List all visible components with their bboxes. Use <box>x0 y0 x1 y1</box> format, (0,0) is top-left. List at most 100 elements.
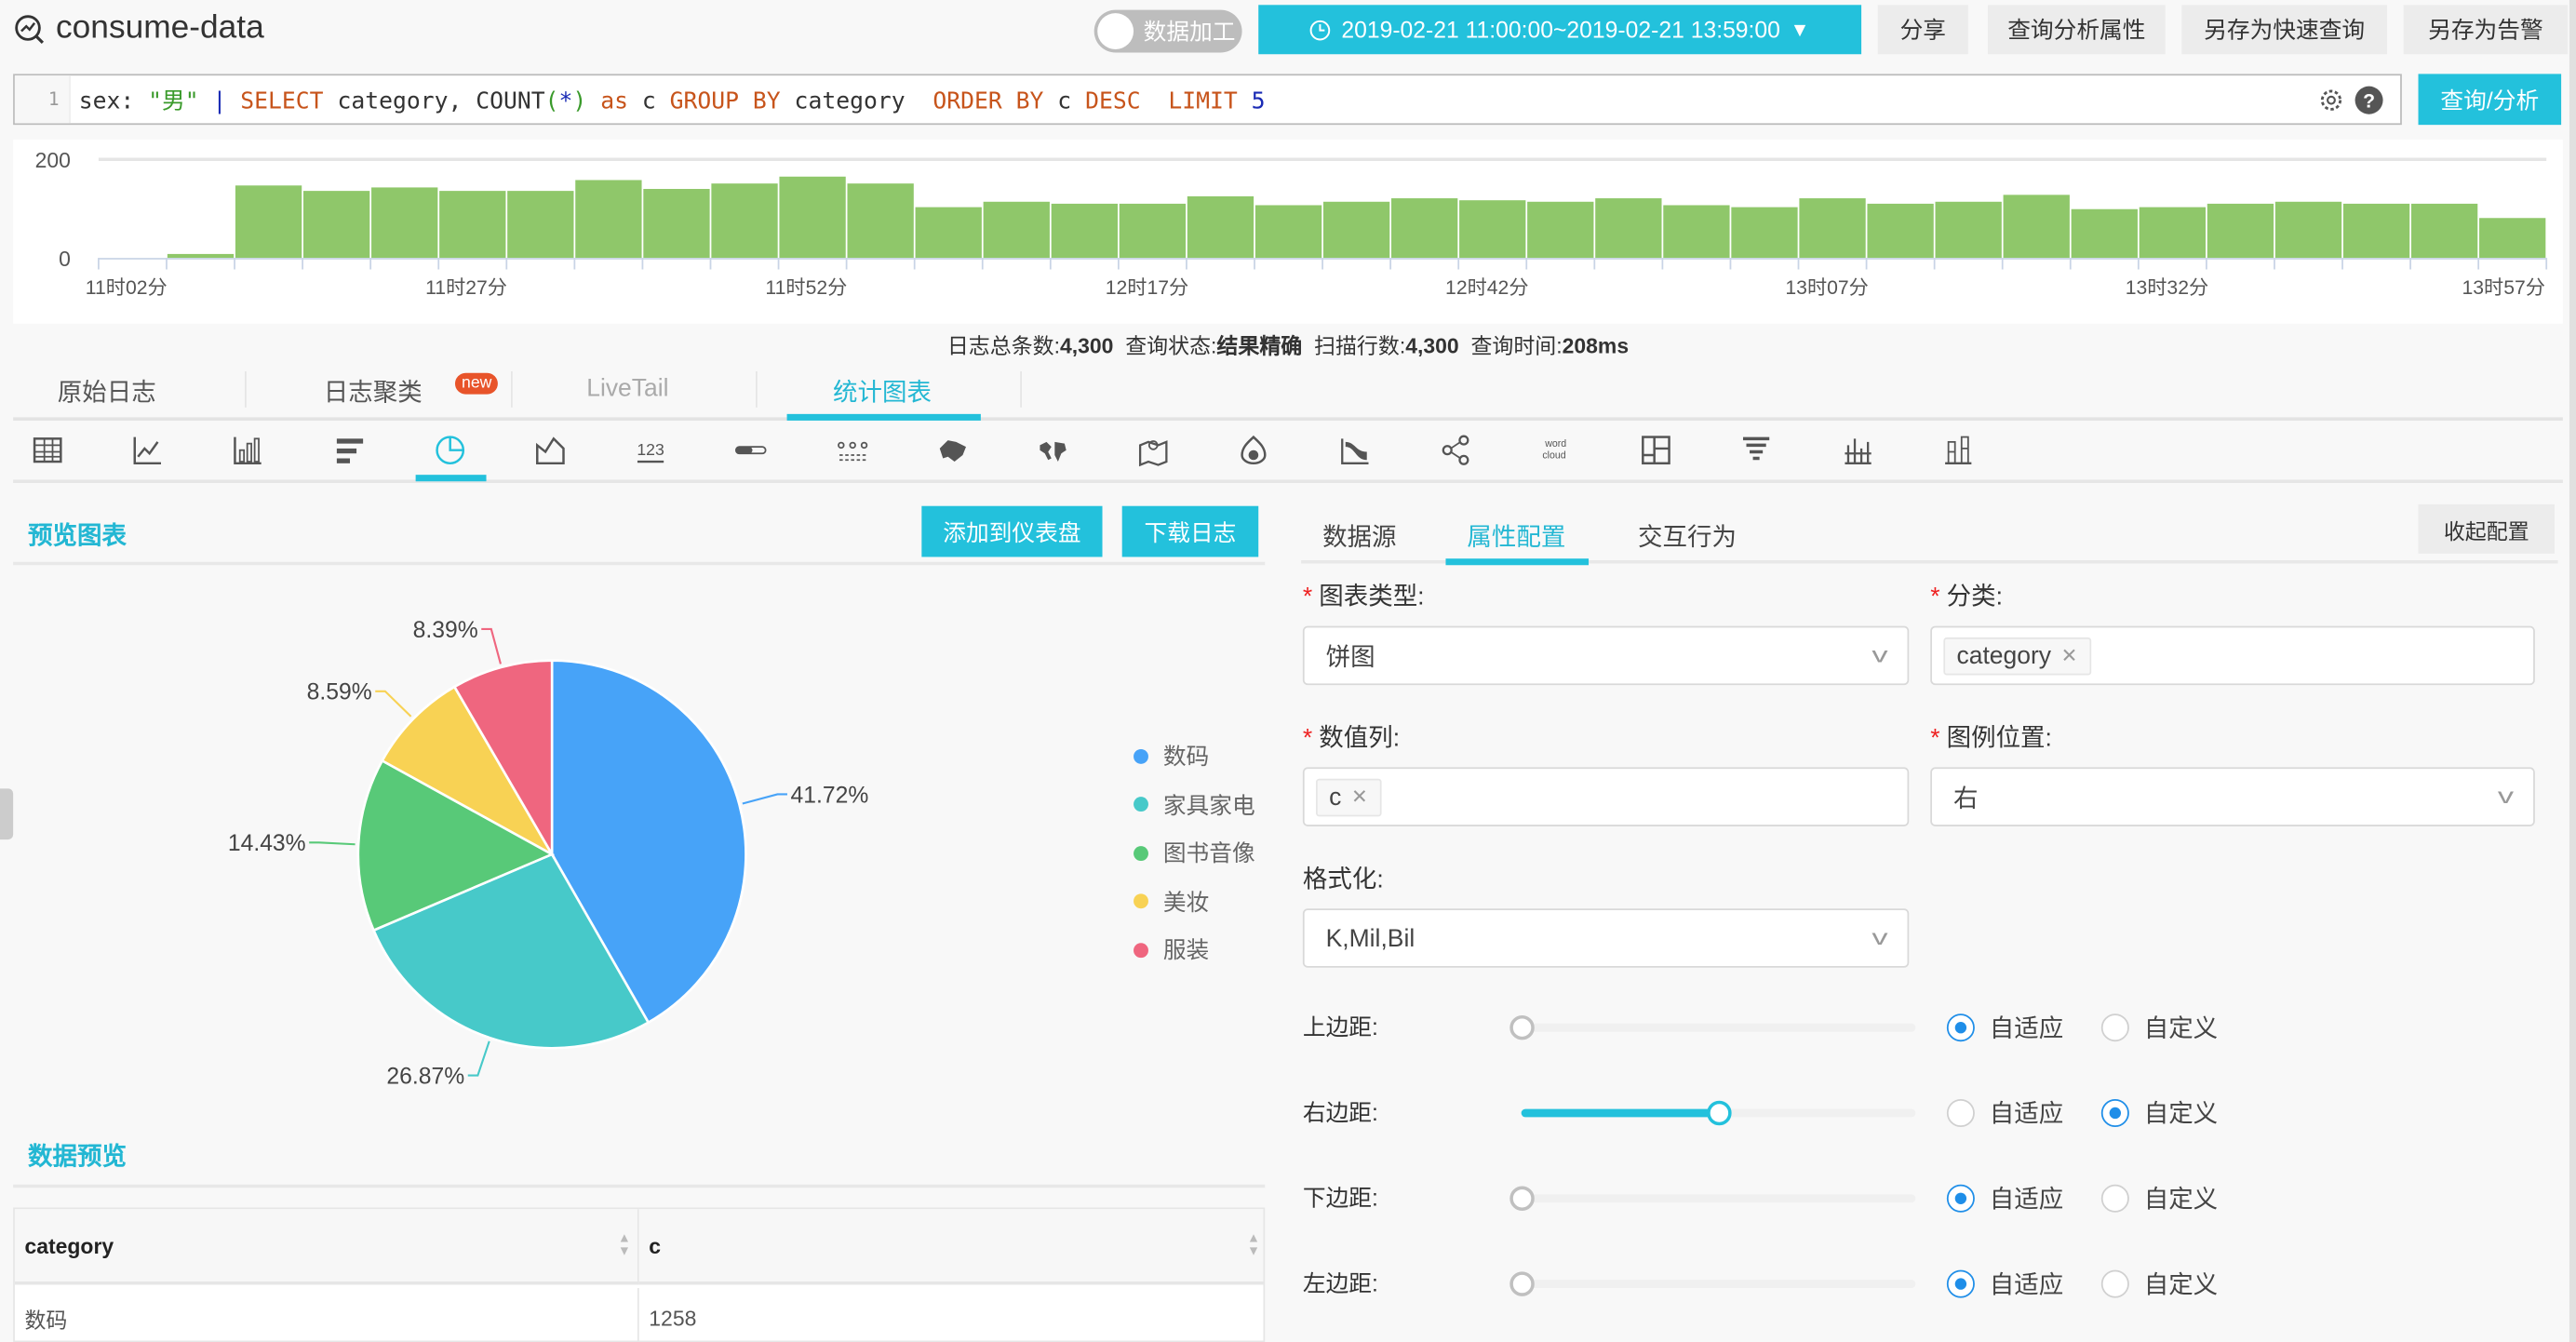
stacked-column-icon[interactable] <box>1939 432 1976 468</box>
query-properties-button[interactable]: 查询分析属性 <box>1988 5 2166 55</box>
histogram-bar[interactable] <box>779 176 846 259</box>
collapse-config-button[interactable]: 收起配置 <box>2418 503 2556 554</box>
histogram-bar[interactable] <box>1459 200 1526 259</box>
scrollbar[interactable] <box>2569 0 2576 1342</box>
tab-interaction[interactable]: 交互行为 <box>1638 519 1737 554</box>
geo-map-icon[interactable] <box>1135 432 1172 468</box>
histogram-bar[interactable] <box>915 207 982 259</box>
bar-chart-icon[interactable] <box>331 432 368 468</box>
legend-item[interactable]: 美妆 <box>1134 885 1209 918</box>
legend-item[interactable]: 服装 <box>1134 933 1209 966</box>
histogram-bar[interactable] <box>439 191 506 259</box>
slider-handle[interactable] <box>1509 1186 1535 1212</box>
histogram-bar[interactable] <box>847 183 914 259</box>
funnel-icon[interactable] <box>1738 432 1775 468</box>
histogram-bar[interactable] <box>2410 203 2478 259</box>
margin-slider[interactable] <box>1509 1186 1916 1212</box>
sankey-icon[interactable] <box>1336 432 1373 468</box>
area-chart-icon[interactable] <box>532 432 569 468</box>
histogram-icon[interactable] <box>1839 432 1875 468</box>
radio-auto[interactable]: 自适应 <box>1946 1095 2063 1130</box>
column-header-category[interactable]: category ▲ ▼ <box>14 1209 639 1285</box>
progress-bar-icon[interactable] <box>733 432 770 468</box>
sort-icon[interactable]: ▲ ▼ <box>1247 1231 1260 1258</box>
histogram-bar[interactable] <box>2207 203 2274 259</box>
help-icon[interactable]: ? <box>2355 86 2384 115</box>
histogram-bar[interactable] <box>1731 207 1798 259</box>
chart-type-select[interactable]: 饼图 v <box>1302 625 1910 686</box>
sort-icon[interactable]: ▲ ▼ <box>618 1231 631 1258</box>
margin-slider[interactable] <box>1509 1014 1916 1040</box>
histogram-bar[interactable] <box>2003 195 2070 259</box>
histogram-bar[interactable] <box>1322 201 1390 259</box>
legend-item[interactable]: 数码 <box>1134 739 1209 772</box>
pie-chart-icon[interactable] <box>432 432 468 468</box>
share-button[interactable]: 分享 <box>1877 5 1968 55</box>
add-to-dashboard-button[interactable]: 添加到仪表盘 <box>921 505 1103 557</box>
sidebar-collapse-handle[interactable] <box>0 788 14 840</box>
tab-statistics-chart[interactable]: 统计图表 <box>833 374 932 409</box>
world-map-icon[interactable] <box>1035 432 1071 468</box>
query-analyze-button[interactable]: 查询/分析 <box>2418 74 2562 126</box>
settings-gear-icon[interactable] <box>2318 87 2344 114</box>
radio-auto[interactable]: 自适应 <box>1946 1011 2063 1045</box>
tab-data-source[interactable]: 数据源 <box>1322 519 1396 554</box>
histogram-bar[interactable] <box>2274 201 2342 259</box>
margin-slider[interactable] <box>1509 1271 1916 1296</box>
radio-auto[interactable]: 自适应 <box>1946 1267 2063 1301</box>
histogram-bar[interactable] <box>1595 198 1662 259</box>
line-chart-icon[interactable] <box>130 432 167 468</box>
histogram-bar[interactable] <box>1799 198 1866 259</box>
save-quick-query-button[interactable]: 另存为快速查询 <box>2181 5 2387 55</box>
slider-handle[interactable] <box>1509 1014 1535 1040</box>
time-range-picker[interactable]: 2019-02-21 11:00:00~2019-02-21 13:59:00 … <box>1258 5 1862 55</box>
legend-item[interactable]: 家具家电 <box>1134 787 1255 820</box>
download-logs-button[interactable]: 下载日志 <box>1121 505 1259 557</box>
flow-chart-icon[interactable] <box>834 432 870 468</box>
histogram-bar[interactable] <box>983 201 1050 259</box>
histogram-bar[interactable] <box>1867 203 1934 259</box>
radio-custom[interactable]: 自定义 <box>2100 1011 2218 1045</box>
histogram-bar[interactable] <box>1051 203 1118 259</box>
column-header-c[interactable]: c ▲ ▼ <box>638 1209 1264 1285</box>
legend-position-select[interactable]: 右v <box>1930 767 2535 826</box>
radio-custom[interactable]: 自定义 <box>2100 1095 2218 1130</box>
radio-custom[interactable]: 自定义 <box>2100 1181 2218 1215</box>
histogram-bar[interactable] <box>1391 198 1458 259</box>
column-chart-icon[interactable] <box>231 432 267 468</box>
slider-handle[interactable] <box>1509 1271 1535 1296</box>
radio-custom[interactable]: 自定义 <box>2100 1267 2218 1301</box>
legend-item[interactable]: 图书音像 <box>1134 837 1255 869</box>
histogram-bar[interactable] <box>2071 208 2138 259</box>
margin-slider[interactable] <box>1521 1100 1916 1126</box>
histogram-bar[interactable] <box>302 191 370 259</box>
histogram-bar[interactable] <box>575 180 642 259</box>
histogram-bar[interactable] <box>711 183 778 259</box>
histogram-bar[interactable] <box>2479 218 2546 259</box>
remove-tag-icon[interactable]: ✕ <box>2061 644 2078 667</box>
histogram-bar[interactable] <box>1187 195 1254 259</box>
histogram-bar[interactable] <box>235 185 302 259</box>
histogram-bar[interactable] <box>371 187 438 259</box>
slider-handle[interactable] <box>1707 1100 1732 1126</box>
data-processing-toggle[interactable]: 数据加工 <box>1093 9 1242 53</box>
tab-livetail[interactable]: LiveTail <box>586 374 668 402</box>
remove-tag-icon[interactable]: ✕ <box>1351 785 1368 809</box>
histogram-bar[interactable] <box>2139 207 2207 259</box>
query-code[interactable]: sex: "男" | SELECT category, COUNT(*) as … <box>71 83 1266 115</box>
histogram-bar[interactable] <box>643 189 710 259</box>
histogram-bar[interactable] <box>1119 203 1187 259</box>
tab-raw-logs[interactable]: 原始日志 <box>58 374 156 409</box>
histogram-bar[interactable] <box>1254 205 1322 259</box>
treemap-icon[interactable] <box>1638 432 1674 468</box>
histogram-bar[interactable] <box>1663 205 1730 259</box>
heatmap-icon[interactable] <box>1236 432 1272 468</box>
tab-log-clustering[interactable]: 日志聚类 <box>324 374 423 409</box>
query-editor[interactable]: 1 sex: "男" | SELECT category, COUNT(*) a… <box>13 74 2402 126</box>
histogram-bar[interactable] <box>167 253 235 259</box>
radio-auto[interactable]: 自适应 <box>1946 1181 2063 1215</box>
histogram-bar[interactable] <box>1527 201 1594 259</box>
single-value-icon[interactable]: 123 <box>633 432 669 468</box>
tab-properties[interactable]: 属性配置 <box>1467 519 1565 554</box>
save-alert-button[interactable]: 另存为告警 <box>2403 5 2569 55</box>
